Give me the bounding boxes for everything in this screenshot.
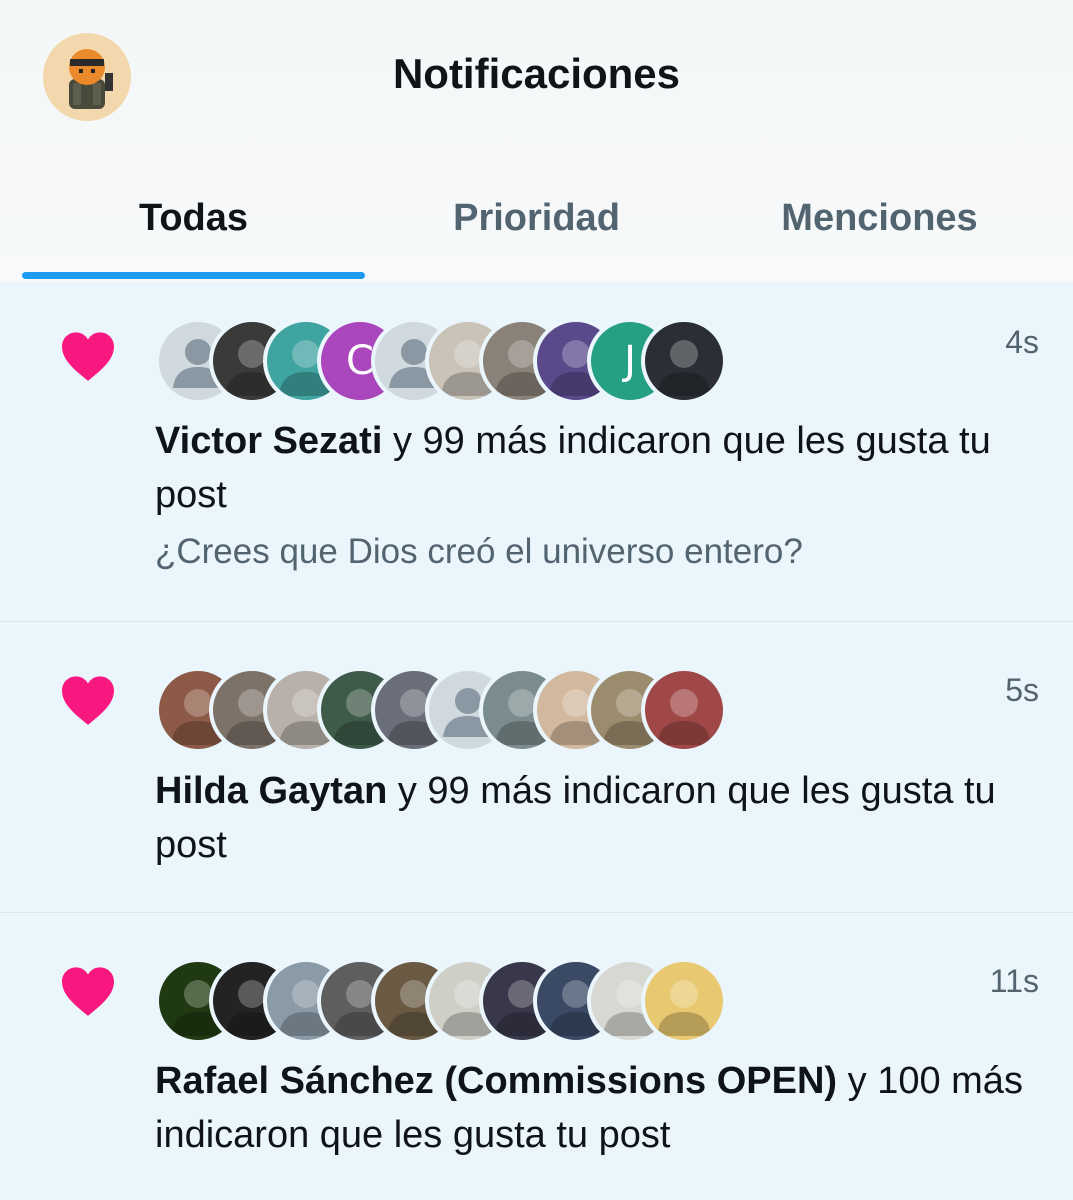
timestamp: 5s [1005, 672, 1039, 708]
page-title: Notificaciones [392, 50, 681, 97]
user-name[interactable]: Hilda Gaytan [155, 770, 387, 812]
tab-bar: Todas Prioridad Menciones [0, 160, 1073, 282]
notification-item[interactable]: 11s Rafael Sánchez (Commissions OPEN) y … [0, 913, 1073, 1200]
liker-avatars [155, 958, 775, 1044]
heart-icon [62, 967, 114, 1016]
notification-item[interactable]: 5s Hilda Gaytan y 99 más indicaron que l… [0, 622, 1073, 913]
timestamp: 11s [989, 963, 1039, 999]
heart-icon [62, 676, 114, 725]
tab-prioridad[interactable]: Prioridad [365, 160, 708, 282]
user-avatar-photo[interactable] [641, 667, 727, 753]
tab-menciones[interactable]: Menciones [708, 160, 1051, 282]
post-snippet: ¿Crees que Dios creó el universo entero? [155, 532, 803, 571]
user-avatar-photo[interactable] [641, 958, 727, 1044]
tab-todas[interactable]: Todas [22, 160, 365, 282]
timestamp: 4s [1005, 324, 1039, 360]
avatar-letter: J [624, 338, 636, 384]
liker-avatars [155, 667, 775, 753]
avatar-letter: C [346, 338, 374, 384]
notification-text: Rafael Sánchez (Commissions OPEN) y 100 … [155, 1054, 1045, 1162]
user-avatar-photo[interactable] [641, 318, 727, 404]
user-name[interactable]: Victor Sezati [155, 420, 382, 462]
notification-text: Hilda Gaytan y 99 más indicaron que les … [155, 764, 1045, 872]
notification-list: CJ 4s Victor Sezati y 99 más indicaron q… [0, 282, 1073, 1200]
heart-icon [62, 332, 114, 381]
top-header: Notificaciones Todas Prioridad Menciones [0, 0, 1073, 282]
notification-text: Victor Sezati y 99 más indicaron que les… [155, 414, 1045, 522]
user-name[interactable]: Rafael Sánchez (Commissions OPEN) [155, 1060, 837, 1102]
active-tab-indicator [22, 272, 365, 279]
liker-avatars: CJ [155, 318, 775, 404]
notification-item[interactable]: CJ 4s Victor Sezati y 99 más indicaron q… [0, 282, 1073, 622]
